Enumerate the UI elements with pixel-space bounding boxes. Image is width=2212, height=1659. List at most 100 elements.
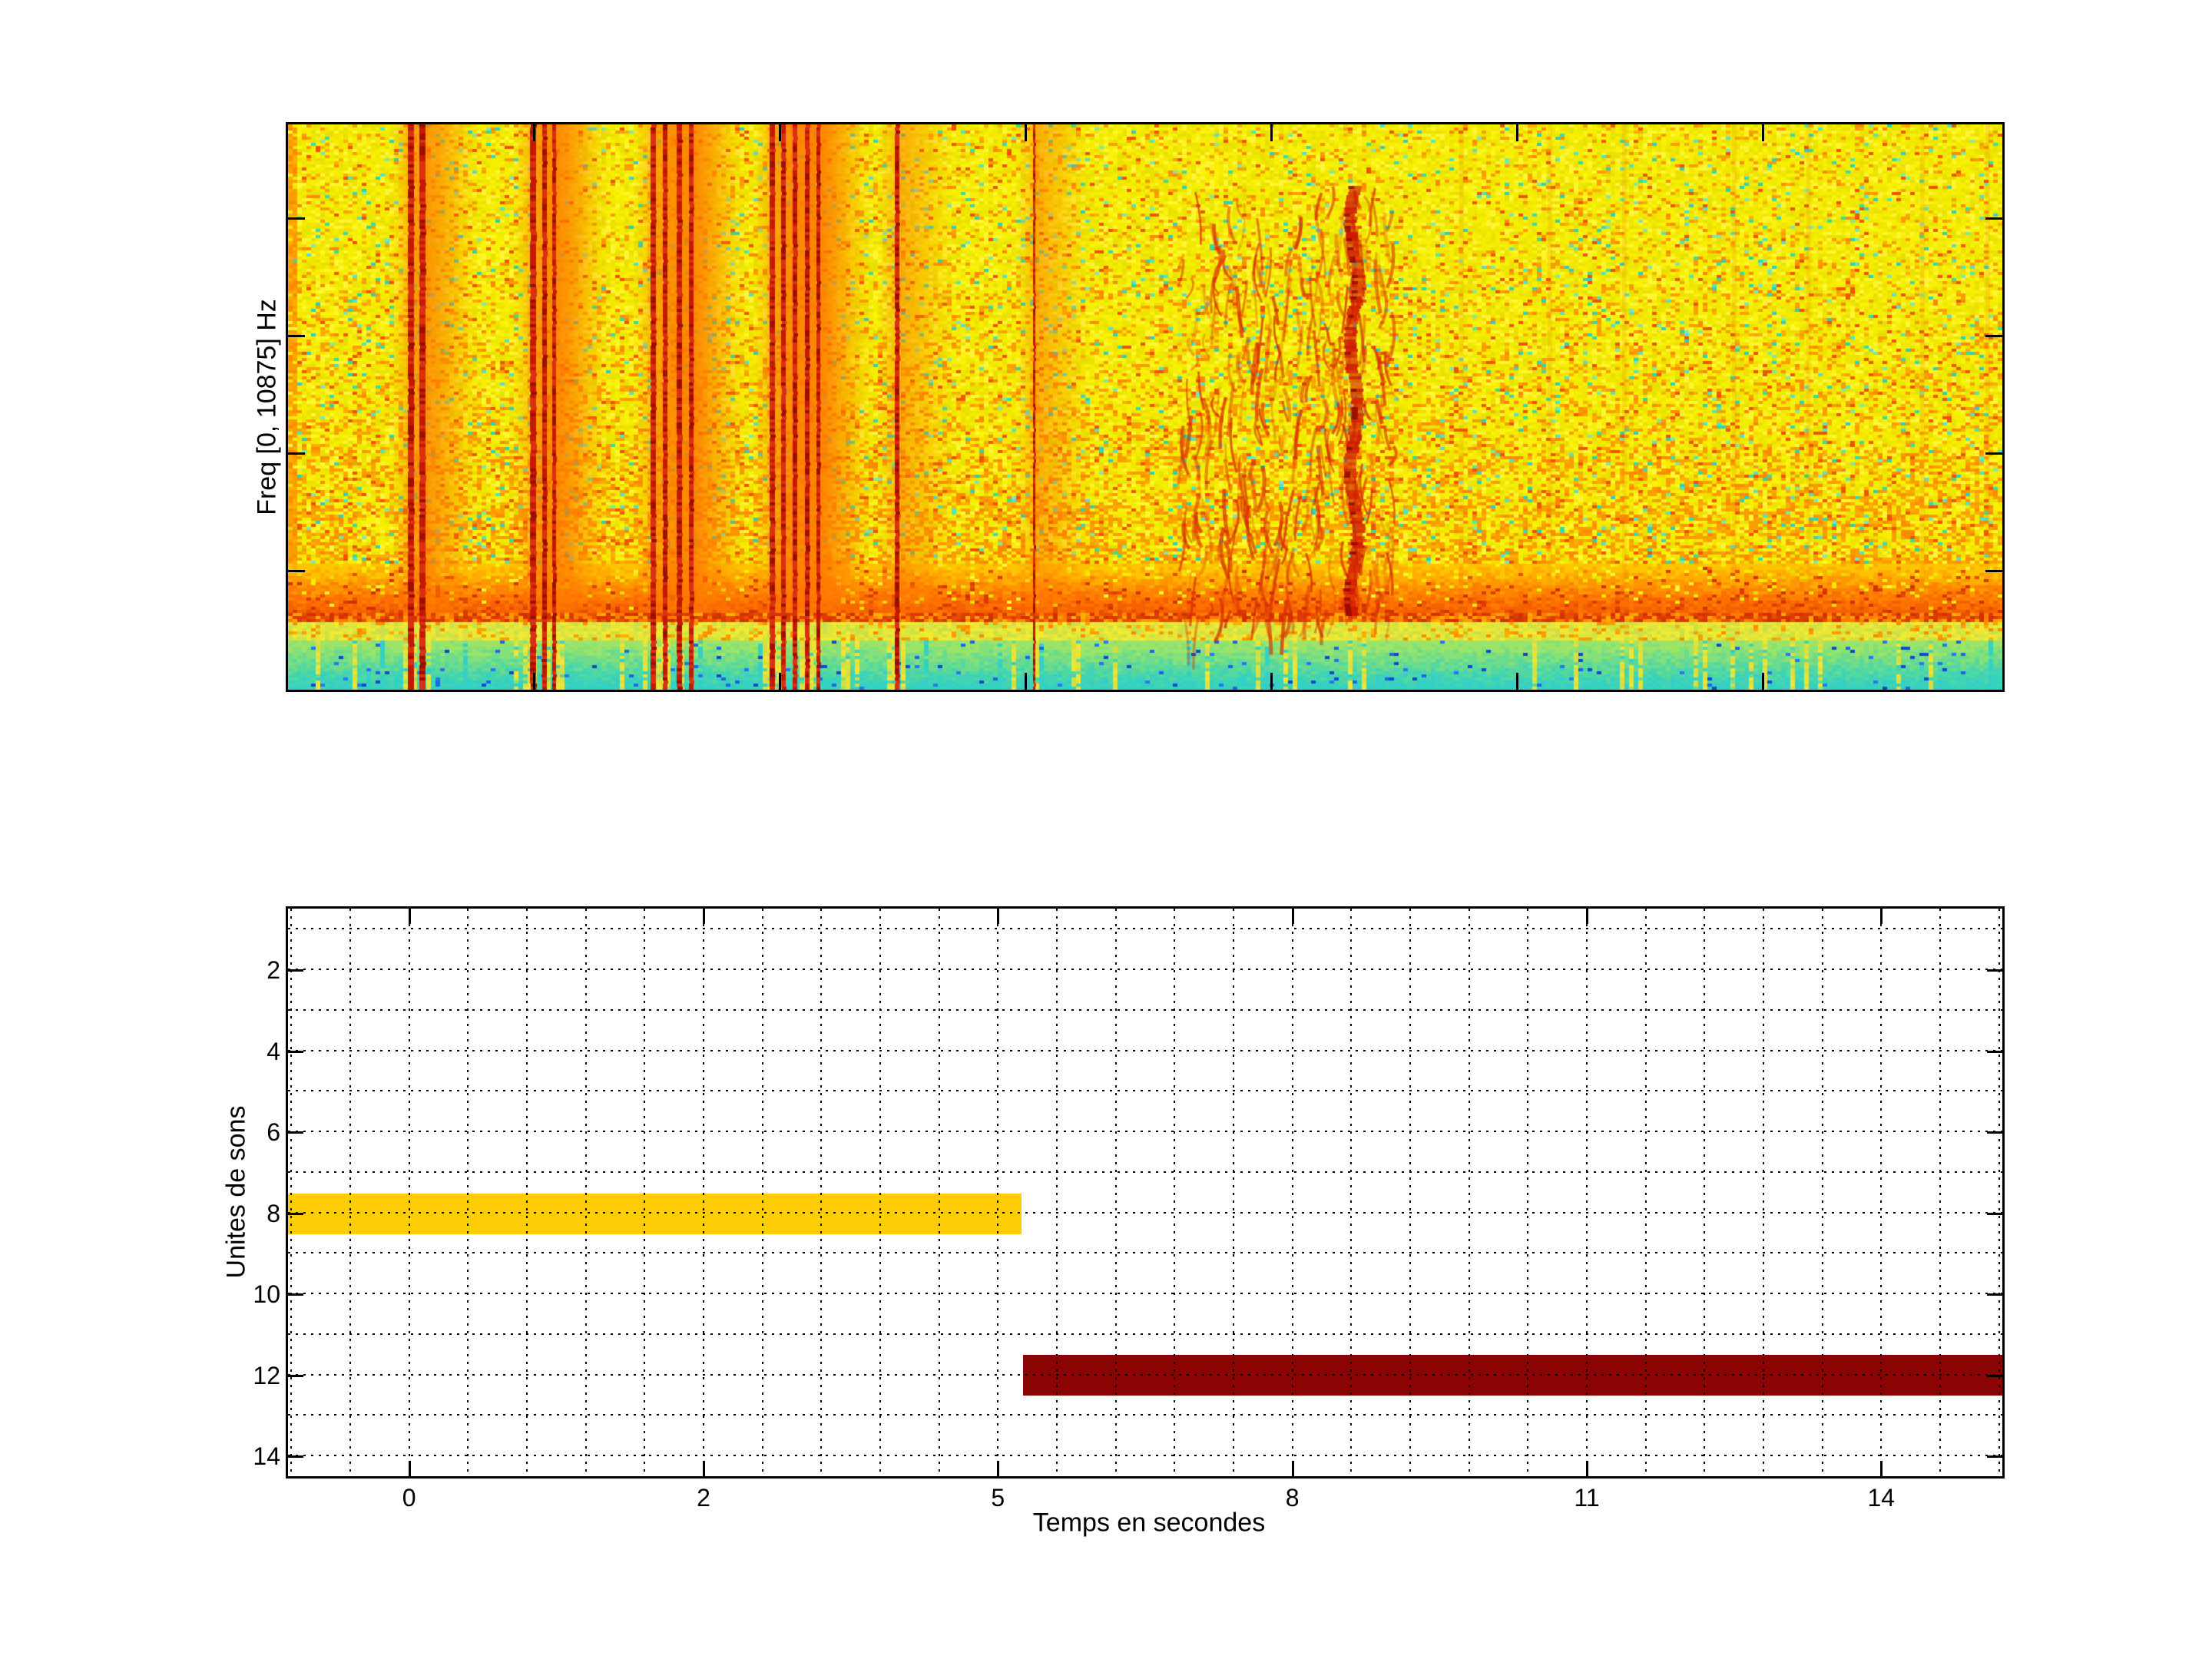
grid-hline bbox=[288, 1374, 2002, 1376]
tl-ytick bbox=[1987, 1455, 2002, 1458]
xtick-label: 11 bbox=[1548, 1484, 1625, 1512]
spec-xtick bbox=[1762, 673, 1764, 690]
grid-hline bbox=[288, 1050, 2002, 1051]
tl-xtick bbox=[703, 1461, 705, 1476]
tl-xtick bbox=[409, 1461, 411, 1476]
grid-hline bbox=[288, 1455, 2002, 1456]
grid-vline bbox=[1998, 909, 2000, 1476]
grid-vline bbox=[1939, 909, 1941, 1476]
xtick-label: 5 bbox=[959, 1484, 1036, 1512]
grid-vline bbox=[1527, 909, 1528, 1476]
spec-ytick bbox=[288, 452, 305, 455]
grid-hline bbox=[288, 1171, 2002, 1173]
grid-vline bbox=[1409, 909, 1411, 1476]
tl-ytick bbox=[288, 1213, 303, 1215]
grid-vline bbox=[1292, 909, 1293, 1476]
grid-vline bbox=[1822, 909, 1823, 1476]
tl-ytick bbox=[288, 1455, 303, 1458]
spec-xtick bbox=[1270, 673, 1273, 690]
grid-hline bbox=[288, 1252, 2002, 1253]
tl-xtick bbox=[703, 909, 705, 924]
figure-page: Freq [0, 10875] Hz Unites de sons Temps … bbox=[0, 0, 2212, 1659]
xtick-label: 8 bbox=[1254, 1484, 1331, 1512]
grid-hline bbox=[288, 1009, 2002, 1011]
grid-vline bbox=[1174, 909, 1175, 1476]
grid-hline bbox=[288, 1293, 2002, 1294]
spec-ytick bbox=[288, 217, 305, 220]
spectrogram-ylabel: Freq [0, 10875] Hz bbox=[253, 299, 283, 515]
tl-xtick bbox=[1880, 1461, 1883, 1476]
grid-hline bbox=[288, 928, 2002, 929]
spec-xtick bbox=[1270, 124, 1273, 141]
tl-ytick bbox=[1987, 1375, 2002, 1377]
grid-hline bbox=[288, 1212, 2002, 1214]
tl-xtick bbox=[1292, 1461, 1294, 1476]
spec-xtick bbox=[1516, 673, 1518, 690]
ytick-label: 8 bbox=[173, 1197, 280, 1230]
tl-xtick bbox=[1586, 909, 1588, 924]
spec-ytick bbox=[1985, 217, 2002, 220]
xtick-label: 14 bbox=[1843, 1484, 1919, 1512]
grid-vline bbox=[1233, 909, 1234, 1476]
timeline-axes bbox=[286, 906, 2005, 1479]
spectrogram-plot-area bbox=[288, 124, 2002, 690]
tl-xtick bbox=[1292, 909, 1294, 924]
grid-vline bbox=[409, 909, 410, 1476]
grid-vline bbox=[1115, 909, 1117, 1476]
grid-vline bbox=[1586, 909, 1588, 1476]
tl-xtick bbox=[1586, 1461, 1588, 1476]
xtick-label: 0 bbox=[371, 1484, 448, 1512]
grid-hline bbox=[288, 1131, 2002, 1132]
tl-ytick bbox=[1987, 1051, 2002, 1053]
ytick-label: 12 bbox=[173, 1359, 280, 1392]
grid-vline bbox=[1350, 909, 1352, 1476]
tl-ytick bbox=[288, 1131, 303, 1134]
tl-xtick bbox=[997, 909, 999, 924]
grid-vline bbox=[879, 909, 881, 1476]
grid-vline bbox=[762, 909, 763, 1476]
grid-vline bbox=[585, 909, 587, 1476]
grid-vline bbox=[644, 909, 645, 1476]
grid-vline bbox=[290, 909, 292, 1476]
spec-xtick bbox=[779, 124, 781, 141]
grid-vline bbox=[1763, 909, 1764, 1476]
ytick-label: 2 bbox=[173, 954, 280, 986]
grid-hline bbox=[288, 1414, 2002, 1416]
tl-xtick bbox=[1880, 909, 1883, 924]
spectrogram-axes bbox=[286, 122, 2005, 692]
spec-xtick bbox=[533, 673, 535, 690]
ytick-label: 10 bbox=[173, 1278, 280, 1310]
ytick-label: 4 bbox=[173, 1035, 280, 1068]
spec-xtick bbox=[1762, 124, 1764, 141]
tl-ytick bbox=[1987, 1213, 2002, 1215]
grid-vline bbox=[939, 909, 940, 1476]
grid-vline bbox=[526, 909, 528, 1476]
spec-ytick bbox=[1985, 335, 2002, 337]
spec-xtick bbox=[533, 124, 535, 141]
tl-ytick bbox=[288, 1051, 303, 1053]
grid-vline bbox=[349, 909, 351, 1476]
grid-vline bbox=[1704, 909, 1705, 1476]
tl-ytick bbox=[1987, 969, 2002, 972]
tl-xtick bbox=[997, 1461, 999, 1476]
grid-vline bbox=[703, 909, 704, 1476]
grid-vline bbox=[1880, 909, 1882, 1476]
ytick-label: 14 bbox=[173, 1440, 280, 1472]
spectrogram-canvas bbox=[288, 124, 2002, 690]
grid-vline bbox=[1469, 909, 1470, 1476]
tl-ytick bbox=[1987, 1131, 2002, 1134]
grid-hline bbox=[288, 1333, 2002, 1335]
grid-vline bbox=[997, 909, 998, 1476]
xtick-label: 2 bbox=[665, 1484, 742, 1512]
tl-xtick bbox=[409, 909, 411, 924]
tl-ytick bbox=[288, 969, 303, 972]
grid-hline bbox=[288, 969, 2002, 970]
spec-ytick bbox=[1985, 570, 2002, 572]
grid-hline bbox=[288, 1090, 2002, 1091]
grid-vline bbox=[1056, 909, 1058, 1476]
ytick-label: 6 bbox=[173, 1116, 280, 1148]
tl-ytick bbox=[1987, 1293, 2002, 1296]
spec-xtick bbox=[1025, 124, 1027, 141]
spec-ytick bbox=[288, 570, 305, 572]
spec-xtick bbox=[1025, 673, 1027, 690]
